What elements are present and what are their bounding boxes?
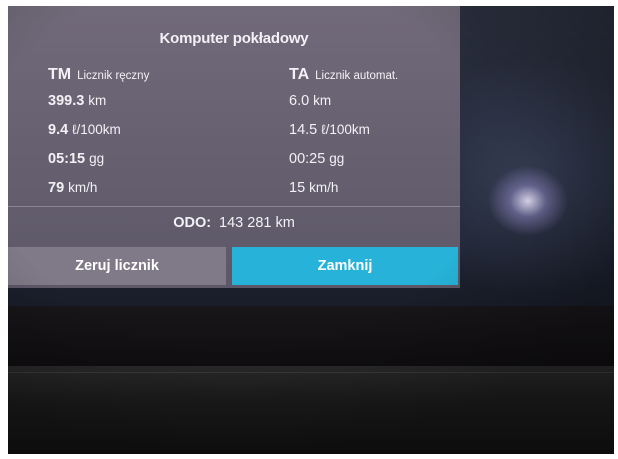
stat-unit: gg — [89, 151, 105, 166]
reset-trip-button[interactable]: Zeruj licznik — [8, 247, 226, 285]
stat-unit: km — [88, 93, 107, 108]
stat-value: 9.4 — [48, 122, 69, 138]
stat-unit: gg — [329, 151, 345, 166]
display-bezel — [8, 306, 614, 368]
stat-unit: km/h — [68, 180, 98, 195]
odometer-label: ODO: — [173, 215, 212, 231]
auto-trip-code: TA — [289, 66, 310, 83]
stat-value: 6.0 — [289, 93, 310, 109]
stat-value: 05:15 — [48, 151, 86, 167]
photo-frame: Komputer pokładowy TM Licznik ręczny 399.… — [8, 6, 614, 454]
dashboard-edge — [8, 372, 614, 373]
stat-value: 79 — [48, 180, 65, 196]
stat-unit: km — [313, 93, 332, 108]
stat-unit: ℓ/100km — [72, 122, 121, 137]
manual-duration: 05:15 gg — [48, 144, 149, 173]
stat-value: 399.3 — [48, 93, 85, 109]
stat-unit: ℓ/100km — [321, 122, 370, 137]
manual-distance: 399.3 km — [48, 86, 149, 115]
auto-distance: 6.0 km — [289, 86, 398, 115]
manual-trip-column: TM Licznik ręczny 399.3 km 9.4 ℓ/100km 05:1… — [48, 64, 149, 202]
auto-duration: 00:25 gg — [289, 144, 398, 173]
stat-value: 00:25 — [289, 151, 326, 167]
dashboard-panel — [8, 366, 614, 454]
auto-trip-label: Licznik automat. — [315, 70, 399, 82]
stat-value: 14.5 — [289, 122, 318, 138]
auto-trip-header: TA Licznik automat. — [289, 64, 398, 86]
auto-avg-speed: 15 km/h — [289, 173, 398, 202]
auto-consumption: 14.5 ℓ/100km — [289, 115, 398, 144]
odometer-divider — [8, 206, 460, 207]
auto-trip-column: TA Licznik automat. 6.0 km 14.5 ℓ/100km 00:… — [289, 64, 398, 202]
dialog-title: Komputer pokładowy — [159, 30, 309, 47]
close-button[interactable]: Zamknij — [232, 247, 458, 285]
stat-value: 15 — [289, 180, 306, 196]
stat-unit: km/h — [309, 180, 339, 195]
manual-trip-header: TM Licznik ręczny — [48, 64, 149, 86]
manual-consumption: 9.4 ℓ/100km — [48, 115, 149, 144]
odometer-readout: ODO: 143 281 km — [8, 215, 460, 231]
manual-avg-speed: 79 km/h — [48, 173, 149, 202]
odometer-value: 143 281 — [219, 215, 272, 231]
manual-trip-label: Licznik ręczny — [77, 70, 150, 82]
trip-computer-dialog: Komputer pokładowy TM Licznik ręczny 399.… — [8, 6, 460, 288]
odometer-unit: km — [275, 215, 295, 231]
manual-trip-code: TM — [48, 66, 72, 83]
